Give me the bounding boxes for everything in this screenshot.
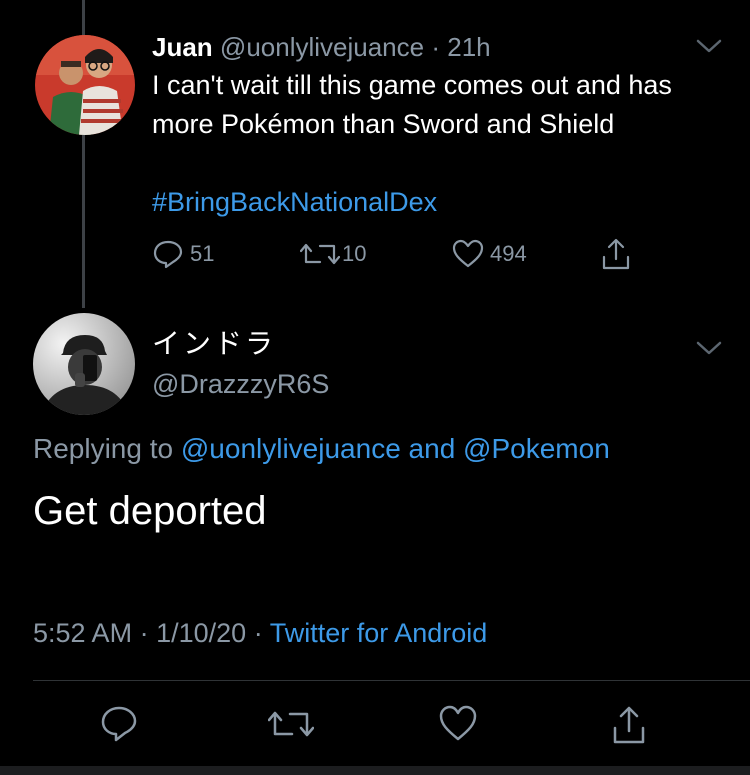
reply-author-name[interactable]: インドラ <box>152 326 276 362</box>
retweet-action[interactable]: 10 <box>300 236 366 272</box>
header-separator: · <box>431 32 441 62</box>
share-button[interactable] <box>610 704 648 746</box>
like-count: 494 <box>490 241 527 266</box>
reply-author-handle[interactable]: @DrazzzyR6S <box>152 366 329 402</box>
like-icon <box>452 239 484 268</box>
meta-separator: · <box>139 618 149 648</box>
reply-time: 5:52 AM <box>33 618 133 648</box>
retweet-button[interactable] <box>268 704 314 744</box>
tweet-header: Juan @uonlylivejuance · 21h <box>152 30 491 64</box>
reply-count: 51 <box>190 241 215 266</box>
hashtag-link[interactable]: #BringBackNationalDex <box>152 183 437 222</box>
tweet-meta: 5:52 AM · 1/10/20 · Twitter for Android <box>33 614 487 652</box>
reply-icon <box>153 240 183 269</box>
divider <box>33 680 750 681</box>
reply-action[interactable]: 51 <box>152 236 214 272</box>
bottom-strip <box>0 766 750 775</box>
author-handle[interactable]: @uonlylivejuance <box>220 32 424 62</box>
retweet-count: 10 <box>342 241 367 266</box>
tweet-text: I can't wait till this game comes out an… <box>152 70 672 139</box>
retweet-icon <box>268 711 314 737</box>
reply-icon <box>101 706 137 742</box>
replying-to-line: Replying to @uonlylivejuance and @Pokemo… <box>33 430 610 468</box>
reply-button[interactable] <box>100 704 138 744</box>
like-action[interactable]: 494 <box>452 236 527 272</box>
share-icon <box>602 238 630 270</box>
reply-date: 1/10/20 <box>156 618 247 648</box>
meta-separator: · <box>253 618 263 648</box>
like-button[interactable] <box>438 704 478 744</box>
replying-prefix: Replying to <box>33 433 174 464</box>
source-link[interactable]: Twitter for Android <box>270 618 488 648</box>
like-icon <box>439 705 477 741</box>
mention-link[interactable]: @uonlylivejuance <box>181 433 401 464</box>
tweet-time[interactable]: 21h <box>447 32 490 62</box>
avatar-drazzzy[interactable] <box>33 313 135 415</box>
replying-and: and <box>408 433 456 464</box>
reply-text: Get deported <box>33 489 267 533</box>
retweet-icon <box>300 243 340 265</box>
chevron-down-icon[interactable] <box>694 36 724 61</box>
author-name[interactable]: Juan <box>152 32 213 62</box>
share-action[interactable] <box>600 236 632 272</box>
chevron-down-icon[interactable] <box>694 338 724 363</box>
mention-link[interactable]: @Pokemon <box>463 433 610 464</box>
avatar-juan[interactable] <box>35 35 135 135</box>
share-icon <box>613 706 645 744</box>
